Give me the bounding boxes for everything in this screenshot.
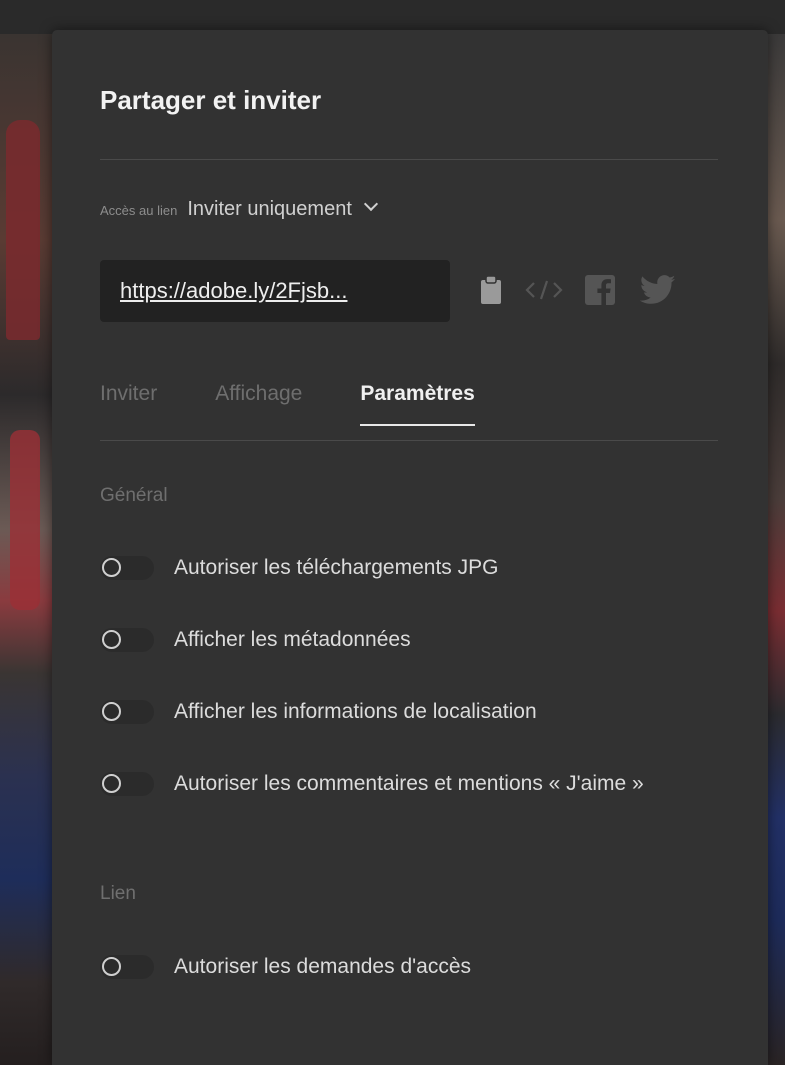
tabs-divider <box>100 440 718 441</box>
photo-figure <box>10 430 40 610</box>
share-invite-dialog: Partager et inviter Accès au lien Invite… <box>52 30 768 1065</box>
tab-parametres[interactable]: Paramètres <box>360 382 476 426</box>
toggle-knob <box>102 702 121 721</box>
clipboard-icon[interactable] <box>480 275 502 305</box>
link-access-row: Accès au lien Inviter uniquement <box>100 196 378 221</box>
comments-likes-toggle[interactable] <box>100 772 154 796</box>
link-access-dropdown[interactable]: Inviter uniquement <box>187 198 352 221</box>
chevron-down-icon[interactable] <box>363 196 378 212</box>
location-toggle[interactable] <box>100 700 154 724</box>
toggle-knob <box>102 630 121 649</box>
tab-affichage[interactable]: Affichage <box>215 382 302 426</box>
embed-code-icon[interactable] <box>524 278 564 302</box>
dialog-title: Partager et inviter <box>100 85 322 115</box>
section-heading-general: Général <box>100 485 168 506</box>
setting-label: Afficher les informations de localisatio… <box>174 700 537 723</box>
setting-row-comments-likes: Autoriser les commentaires et mentions «… <box>100 772 644 801</box>
twitter-icon[interactable] <box>640 274 676 306</box>
top-bar <box>0 0 785 34</box>
metadata-toggle[interactable] <box>100 628 154 652</box>
link-access-label: Accès au lien <box>100 203 178 218</box>
setting-label: Autoriser les téléchargements JPG <box>174 556 499 579</box>
photo-figure <box>6 120 40 340</box>
jpg-downloads-toggle[interactable] <box>100 556 154 580</box>
access-requests-toggle[interactable] <box>100 955 154 979</box>
setting-row-access-requests: Autoriser les demandes d'accès <box>100 955 644 984</box>
setting-label: Autoriser les commentaires et mentions «… <box>174 772 644 795</box>
toggle-knob <box>102 774 121 793</box>
tab-bar: Inviter Affichage Paramètres <box>100 382 533 426</box>
title-divider <box>100 159 718 160</box>
setting-label: Afficher les métadonnées <box>174 628 411 651</box>
share-icons <box>480 274 676 306</box>
section-heading-link: Lien <box>100 883 136 904</box>
setting-label: Autoriser les demandes d'accès <box>174 955 471 978</box>
tab-inviter[interactable]: Inviter <box>100 382 157 426</box>
toggle-knob <box>102 957 121 976</box>
setting-row-jpg-downloads: Autoriser les téléchargements JPG <box>100 556 644 585</box>
toggle-knob <box>102 558 121 577</box>
photo-right-edge <box>765 34 785 1065</box>
share-link-field[interactable]: https://adobe.ly/2Fjsb... <box>100 260 450 322</box>
setting-row-location: Afficher les informations de localisatio… <box>100 700 644 729</box>
share-link[interactable]: https://adobe.ly/2Fjsb... <box>120 278 347 304</box>
setting-row-metadata: Afficher les métadonnées <box>100 628 644 657</box>
facebook-icon[interactable] <box>584 274 616 306</box>
